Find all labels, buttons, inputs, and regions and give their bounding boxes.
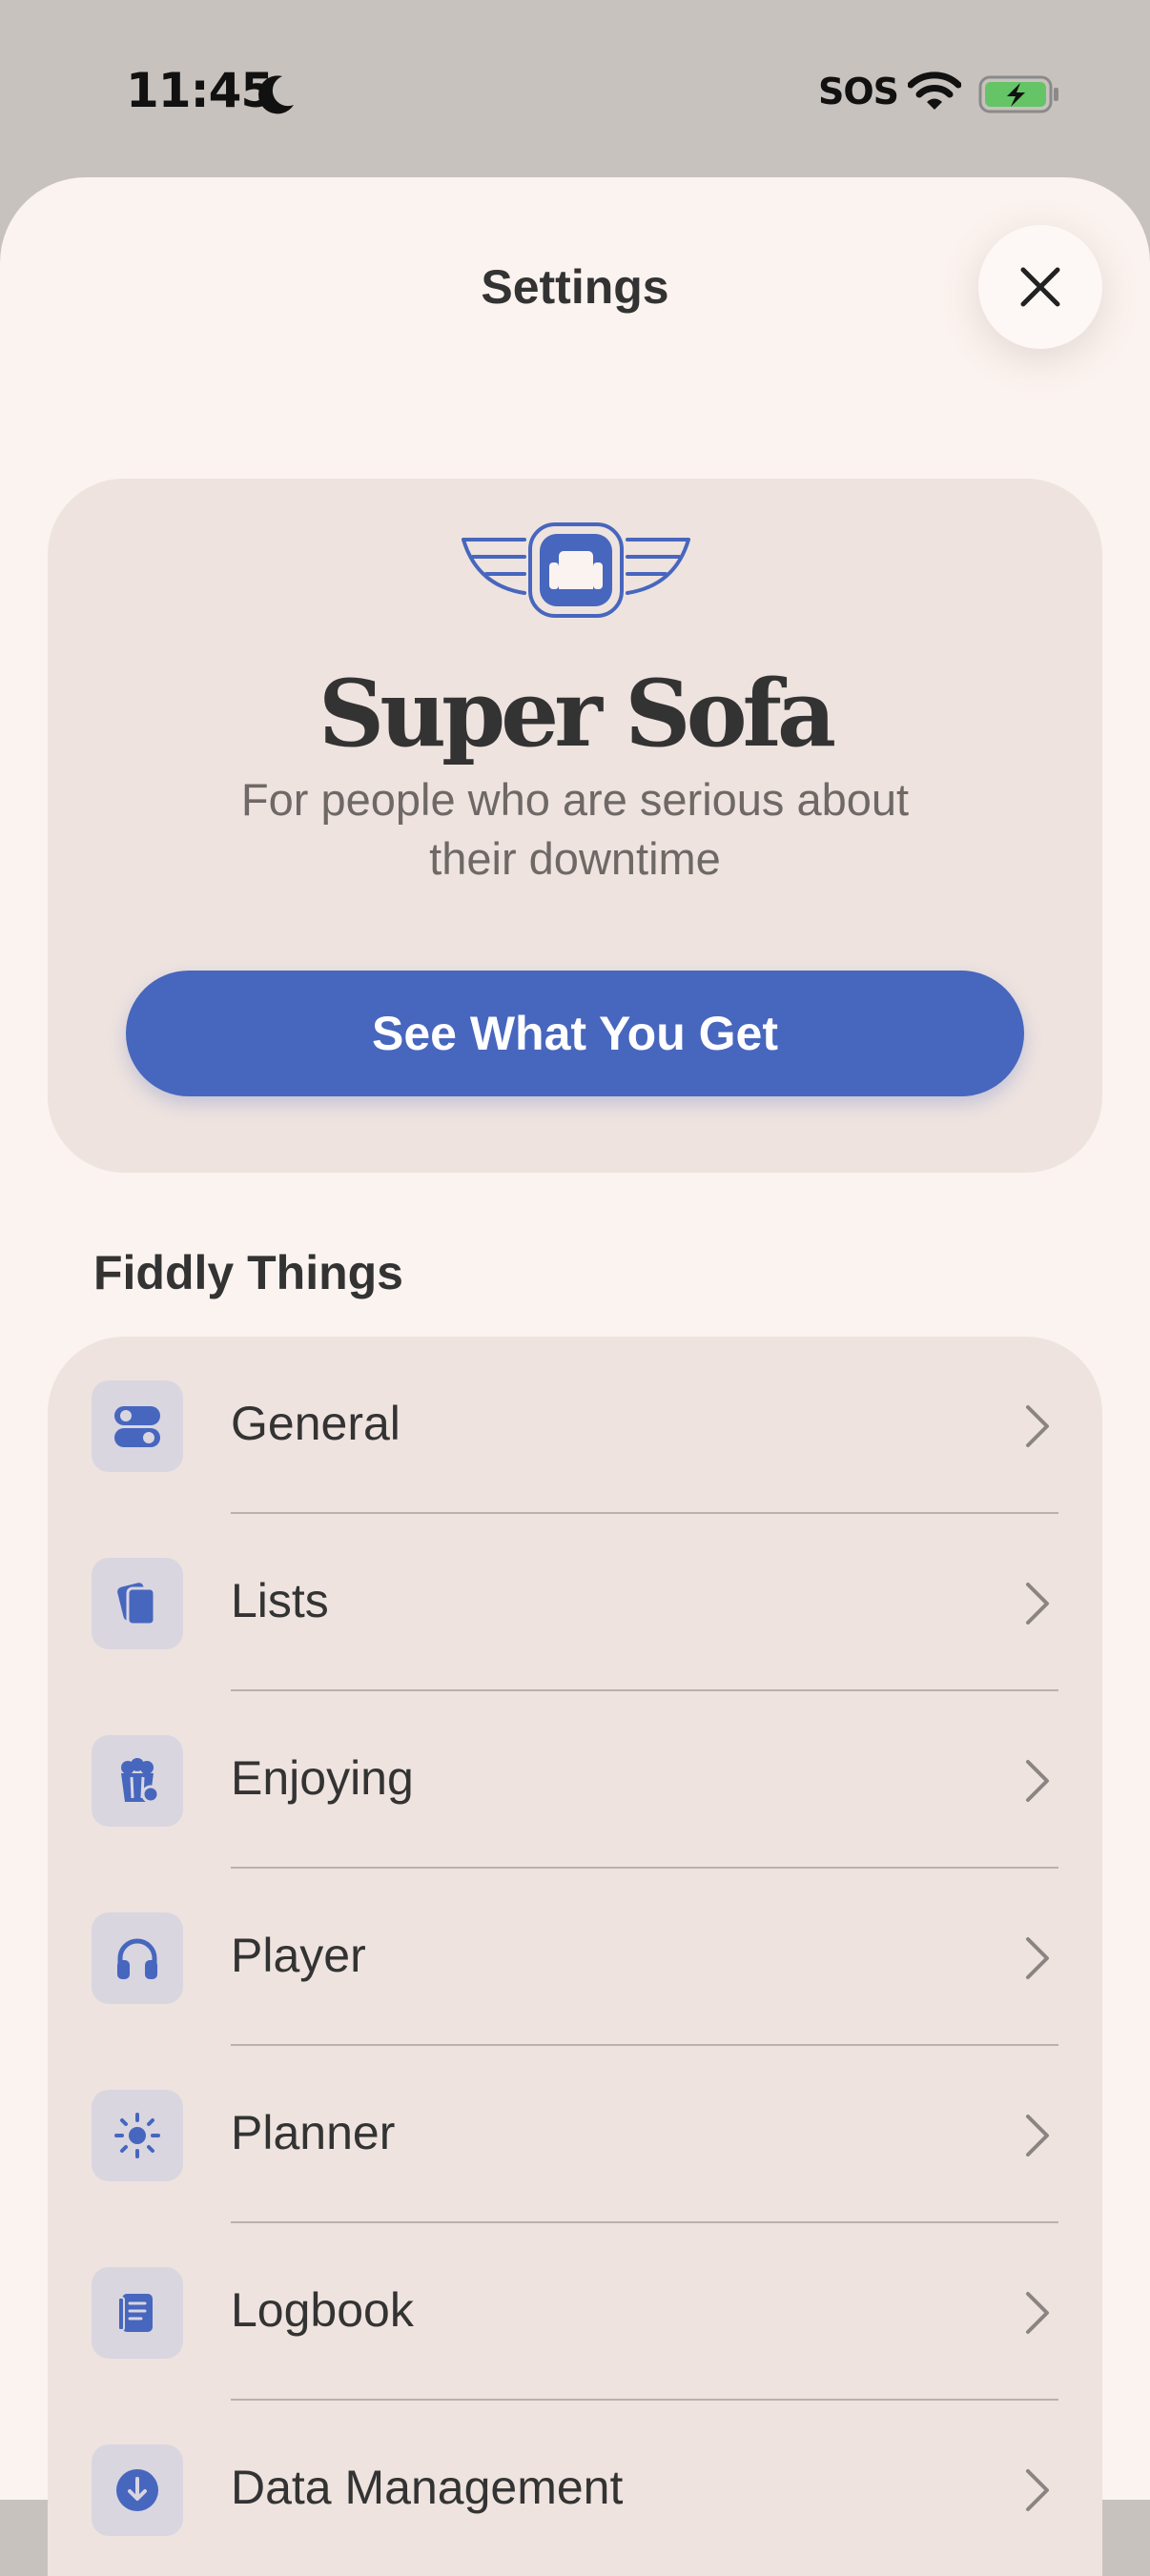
settings-row-player[interactable]: Player [48, 1869, 1102, 2046]
chevron-right-icon [1026, 1405, 1049, 1447]
headphones-icon [92, 1912, 183, 2004]
chevron-right-icon [1026, 1583, 1049, 1625]
row-label: Enjoying [231, 1751, 414, 1805]
status-time: 11:45 [126, 63, 274, 118]
moon-icon [258, 75, 294, 114]
settings-row-enjoying[interactable]: Enjoying [48, 1691, 1102, 1869]
carrier-status: SOS [818, 71, 899, 112]
settings-list: General Lists Enjoying Player Planner Lo… [48, 1337, 1102, 2576]
chevron-right-icon [1026, 2115, 1049, 2157]
promo-title: Super Sofa [318, 660, 836, 767]
chevron-right-icon [1026, 2292, 1049, 2334]
cards-icon [92, 1558, 183, 1649]
popcorn-icon [92, 1735, 183, 1827]
see-what-you-get-button[interactable]: See What You Get [126, 971, 1024, 1096]
chevron-right-icon [1026, 2469, 1049, 2511]
chevron-right-icon [1026, 1760, 1049, 1802]
settings-row-lists[interactable]: Lists [48, 1514, 1102, 1691]
wifi-icon [908, 72, 961, 110]
settings-row-planner[interactable]: Planner [48, 2046, 1102, 2223]
settings-sheet: Settings Super Sofa For people who are s… [0, 177, 1150, 2576]
winged-sofa-logo [462, 522, 690, 618]
row-label: General [231, 1397, 400, 1450]
settings-row-logbook[interactable]: Logbook [48, 2223, 1102, 2401]
status-bar: 11:45 SOS [0, 0, 1150, 181]
toggles-icon [92, 1380, 183, 1472]
section-title: Fiddly Things [93, 1246, 403, 1299]
promo-tagline: For people who are serious about their d… [240, 774, 910, 884]
sun-icon [92, 2090, 183, 2181]
row-label: Player [231, 1929, 366, 1982]
close-icon [1020, 267, 1060, 307]
row-label: Lists [231, 1574, 329, 1627]
close-button[interactable] [978, 225, 1102, 349]
download-icon [92, 2444, 183, 2536]
settings-row-general[interactable]: General [48, 1337, 1102, 1514]
chevron-right-icon [1026, 1937, 1049, 1979]
row-label: Data Management [231, 2461, 624, 2514]
settings-row-data-management[interactable]: Data Management [48, 2401, 1102, 2576]
row-label: Planner [231, 2106, 396, 2159]
notebook-icon [92, 2267, 183, 2359]
battery-icon [978, 75, 1058, 113]
super-sofa-card: Super Sofa For people who are serious ab… [48, 479, 1102, 1173]
row-label: Logbook [231, 2283, 414, 2337]
